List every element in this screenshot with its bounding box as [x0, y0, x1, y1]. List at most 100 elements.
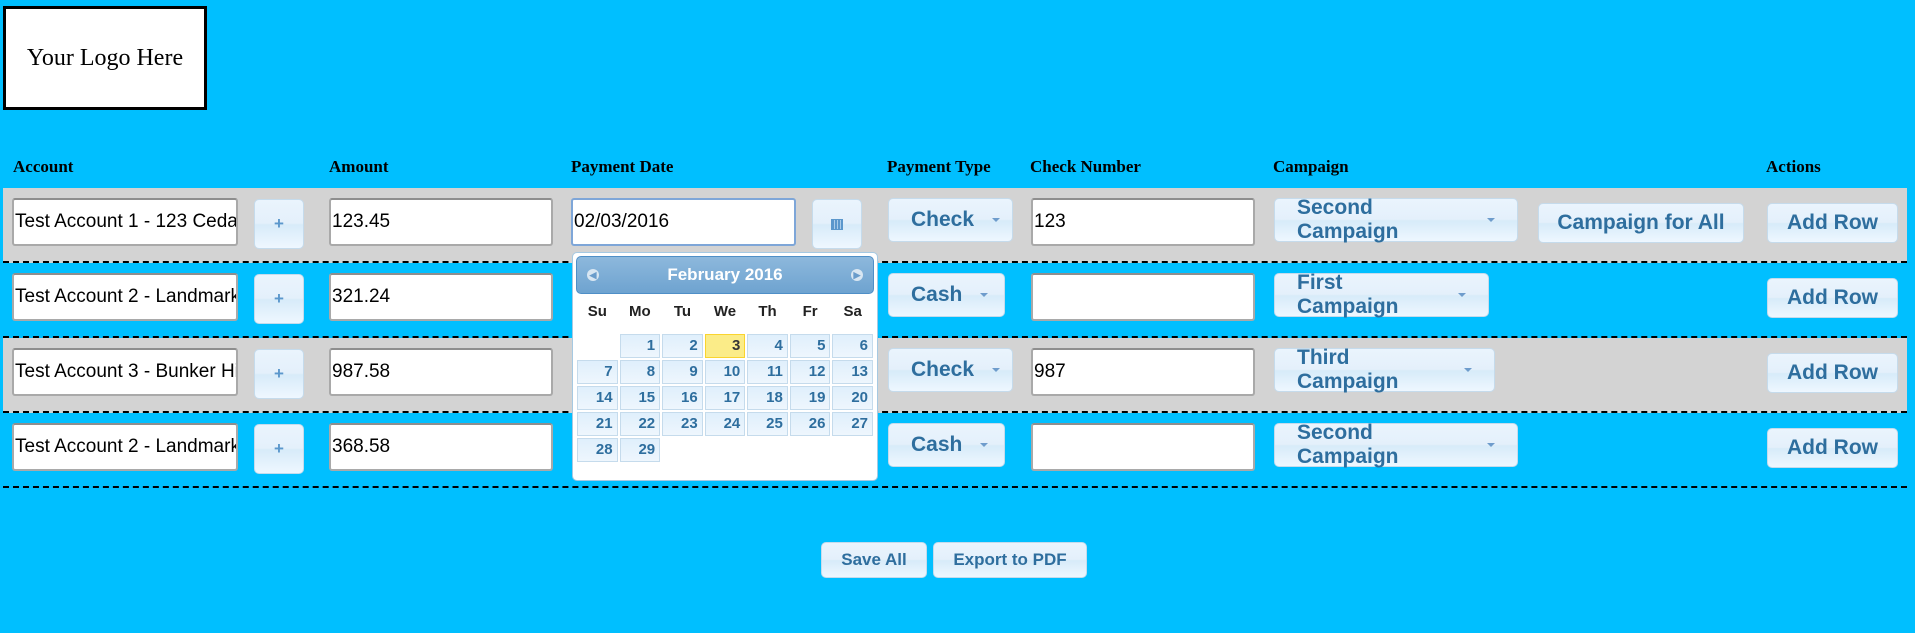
payment-type-select[interactable]: Check: [888, 198, 1013, 242]
calendar-day[interactable]: 7: [577, 360, 618, 384]
add-row-button[interactable]: Add Row: [1767, 203, 1898, 243]
calendar-icon: [831, 218, 843, 230]
chevron-down-icon: [1487, 443, 1495, 447]
add-row-button[interactable]: Add Row: [1767, 278, 1898, 318]
amount-input[interactable]: 321.24: [329, 273, 553, 321]
calendar-day[interactable]: 20: [832, 386, 873, 410]
account-input[interactable]: Test Account 1 - 123 Cedar: [12, 198, 238, 246]
calendar-day[interactable]: 9: [662, 360, 703, 384]
campaign-value: Second Campaign: [1297, 196, 1399, 243]
calendar-day[interactable]: 16: [662, 386, 703, 410]
payment-type-select[interactable]: Cash: [888, 273, 1005, 317]
check-number-input[interactable]: [1031, 423, 1255, 471]
datepicker-grid: Su Mo Tu We Th Fr Sa 1 2 3 4 5 6 7 8 9 10 11 12 13 14 15 16 17 1…: [576, 298, 874, 462]
add-account-button[interactable]: +: [254, 274, 304, 324]
campaign-select[interactable]: Second Campaign: [1274, 196, 1518, 243]
header-check-number: Check Number: [1030, 157, 1141, 176]
calendar-day[interactable]: 19: [789, 386, 831, 410]
calendar-day[interactable]: 29: [619, 438, 661, 462]
calendar-day[interactable]: 11: [747, 360, 788, 384]
weekday-label: Su: [587, 303, 607, 320]
empty-day-cell: [577, 334, 618, 358]
prev-month-icon[interactable]: ◀: [587, 269, 599, 281]
calendar-day[interactable]: 4: [747, 334, 788, 358]
check-number-input[interactable]: 987: [1031, 348, 1255, 396]
datepicker-button[interactable]: [812, 199, 862, 249]
amount-input[interactable]: 368.58: [329, 423, 553, 471]
plus-icon: +: [274, 364, 284, 383]
account-input[interactable]: Test Account 2 - Landmark: [12, 273, 238, 321]
add-account-button[interactable]: +: [254, 349, 304, 399]
weekday-label: Tu: [673, 303, 692, 320]
calendar-day[interactable]: 27: [832, 412, 873, 436]
account-input[interactable]: Test Account 3 - Bunker Hill: [12, 348, 238, 396]
campaign-select[interactable]: Third Campaign: [1274, 346, 1495, 393]
chevron-down-icon: [1464, 368, 1472, 372]
payment-type-value: Cash: [911, 433, 963, 456]
calendar-day[interactable]: 13: [832, 360, 873, 384]
calendar-day-selected[interactable]: 3: [704, 334, 746, 358]
datepicker-title: February 2016: [667, 265, 783, 284]
calendar-day[interactable]: 8: [619, 360, 661, 384]
account-input[interactable]: Test Account 2 - Landmark: [12, 423, 238, 471]
plus-icon: +: [274, 214, 284, 233]
add-account-button[interactable]: +: [254, 199, 304, 249]
weekday-label: Th: [758, 303, 777, 320]
payment-type-value: Check: [911, 208, 975, 231]
plus-icon: +: [274, 289, 284, 308]
payment-row: Test Account 2 - Landmark + 321.24 Cash …: [3, 263, 1907, 338]
calendar-day[interactable]: 26: [789, 412, 831, 436]
payment-type-select[interactable]: Cash: [888, 423, 1005, 467]
campaign-value: Second Campaign: [1297, 421, 1399, 468]
calendar-day[interactable]: 23: [662, 412, 703, 436]
payment-type-select[interactable]: Check: [888, 348, 1013, 392]
campaign-for-all-button[interactable]: Campaign for All: [1538, 203, 1744, 243]
calendar-day[interactable]: 2: [662, 334, 703, 358]
header-payment-type: Payment Type: [887, 157, 991, 176]
calendar-day[interactable]: 14: [577, 386, 618, 410]
header-campaign: Campaign: [1273, 157, 1349, 176]
calendar-day[interactable]: 22: [619, 412, 661, 436]
add-row-button[interactable]: Add Row: [1767, 353, 1898, 393]
calendar-day[interactable]: 12: [789, 360, 831, 384]
payment-row: Test Account 1 - 123 Cedar + 123.45 02/0…: [3, 188, 1907, 263]
calendar-day[interactable]: 21: [577, 412, 618, 436]
header-amount: Amount: [329, 157, 389, 176]
calendar-day[interactable]: 6: [832, 334, 873, 358]
calendar-day[interactable]: 5: [789, 334, 831, 358]
campaign-select[interactable]: Second Campaign: [1274, 421, 1518, 468]
amount-input[interactable]: 987.58: [329, 348, 553, 396]
header-payment-date: Payment Date: [571, 157, 674, 176]
chevron-down-icon: [1458, 293, 1466, 297]
add-row-button[interactable]: Add Row: [1767, 428, 1898, 468]
add-account-button[interactable]: +: [254, 424, 304, 474]
calendar-day[interactable]: 15: [619, 386, 661, 410]
datepicker-header: ◀ February 2016 ▶: [576, 256, 874, 294]
calendar-day[interactable]: 25: [747, 412, 788, 436]
amount-input[interactable]: 123.45: [329, 198, 553, 246]
next-month-icon[interactable]: ▶: [850, 269, 863, 281]
plus-icon: +: [274, 439, 284, 458]
weekday-label: Sa: [843, 303, 862, 320]
calendar-day[interactable]: 17: [704, 386, 746, 410]
calendar-day[interactable]: 24: [704, 412, 746, 436]
weekday-label: We: [713, 303, 737, 320]
payment-date-input[interactable]: 02/03/2016: [571, 198, 796, 246]
check-number-input[interactable]: 123: [1031, 198, 1255, 246]
weekday-label: Fr: [802, 303, 818, 320]
calendar-day[interactable]: 18: [747, 386, 788, 410]
campaign-select[interactable]: First Campaign: [1274, 271, 1489, 318]
check-number-input[interactable]: [1031, 273, 1255, 321]
payment-type-value: Check: [911, 358, 975, 381]
chevron-down-icon: [980, 443, 989, 447]
logo-placeholder: Your Logo Here: [3, 6, 207, 110]
chevron-down-icon: [1487, 218, 1495, 222]
save-all-button[interactable]: Save All: [821, 542, 927, 578]
calendar-day[interactable]: 28: [577, 438, 618, 462]
calendar-day[interactable]: 10: [704, 360, 746, 384]
campaign-value: Third Campaign: [1297, 346, 1399, 393]
export-pdf-button[interactable]: Export to PDF: [933, 542, 1087, 578]
datepicker-popup: ◀ February 2016 ▶ Su Mo Tu We Th Fr Sa 1 2 3 4 5 6 7 8…: [572, 252, 878, 481]
chevron-down-icon: [992, 218, 1001, 222]
calendar-day[interactable]: 1: [619, 334, 661, 358]
